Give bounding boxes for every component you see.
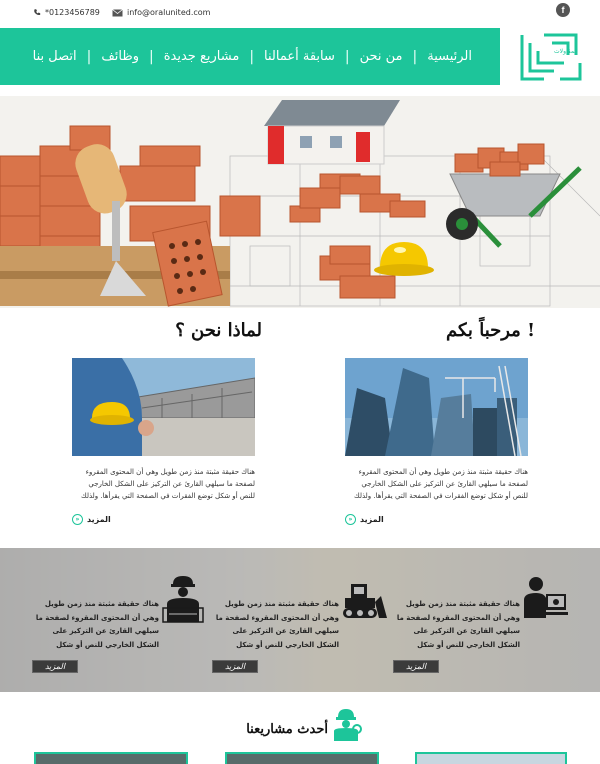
service-card: هناك حقيقة مثبتة منذ زمن طويل وهي أن الم…: [212, 574, 387, 684]
skyscrapers-image: [345, 358, 528, 456]
why-us-description: هناك حقيقة مثبتة منذ زمن طويل وهي أن الم…: [80, 468, 255, 500]
main-navbar: للمقاولات الرئيسية | من نحن | سابقة أعما…: [0, 28, 600, 85]
nav-jobs[interactable]: وظائف: [91, 49, 149, 64]
worker-gear-icon: [334, 709, 362, 741]
computer-worker-icon: [524, 577, 568, 618]
phone-icon: [34, 9, 41, 16]
service-more-button[interactable]: المزيد: [32, 660, 78, 673]
project-thumbnail[interactable]: [415, 752, 567, 764]
nav-new-projects[interactable]: مشاريع جديدة: [154, 49, 250, 64]
nav-separator: |: [86, 48, 92, 65]
why-us-section: لماذا نحن ؟ هناك حقيقة مثبتة منذ زمن طوي…: [72, 320, 262, 525]
latest-projects-header: أحدث مشاريعنا: [0, 707, 600, 747]
email-contact[interactable]: info@oralunited.com: [112, 8, 210, 17]
service-more-button[interactable]: المزيد: [393, 660, 439, 673]
nav-home[interactable]: الرئيسية: [417, 49, 482, 64]
model-house: [264, 100, 400, 165]
company-logo[interactable]: للمقاولات: [500, 28, 600, 85]
why-us-more-link[interactable]: » المزيد: [72, 514, 262, 525]
welcome-title: مرحباً بكم !: [446, 320, 535, 341]
envelope-icon: [112, 8, 123, 16]
more-arrow-icon: »: [72, 514, 83, 525]
facebook-icon[interactable]: f: [556, 3, 570, 17]
why-us-more-label: المزيد: [87, 515, 111, 524]
email-address: info@oralunited.com: [127, 8, 211, 17]
project-thumbnail[interactable]: [225, 752, 379, 764]
service-description: هناك حقيقة مثبتة منذ زمن طويل وهي أن الم…: [35, 600, 159, 649]
more-arrow-icon: »: [345, 514, 356, 525]
hero-banner: [0, 96, 600, 308]
project-thumbnail[interactable]: [34, 752, 188, 764]
why-us-title: لماذا نحن ؟: [175, 320, 262, 341]
welcome-more-link[interactable]: » المزيد: [345, 514, 535, 525]
service-more-button[interactable]: المزيد: [212, 660, 258, 673]
service-card: هناك حقيقة مثبتة منذ زمن طويل وهي أن الم…: [393, 574, 568, 684]
phone-contact[interactable]: *0123456789: [33, 8, 100, 17]
service-description: هناك حقيقة مثبتة منذ زمن طويل وهي أن الم…: [215, 600, 339, 649]
nav-menu: الرئيسية | من نحن | سابقة أعمالنا | مشار…: [23, 28, 482, 85]
nav-separator: |: [412, 48, 418, 65]
phone-number: *0123456789: [45, 8, 100, 17]
nav-separator: |: [344, 48, 350, 65]
welcome-section: مرحباً بكم ! هناك حقيقة مثبتة منذ زمن طو…: [345, 320, 535, 525]
logo-subtitle: للمقاولات: [554, 48, 578, 55]
nav-about[interactable]: من نحن: [350, 49, 413, 64]
nav-previous-works[interactable]: سابقة أعمالنا: [254, 49, 345, 64]
yellow-helmet: [374, 242, 434, 276]
welcome-more-label: المزيد: [360, 515, 384, 524]
bulldozer-icon: [343, 584, 387, 618]
nav-contact[interactable]: اتصل بنا: [23, 49, 87, 64]
wheelbarrow: [446, 143, 582, 248]
services-band: هناك حقيقة مثبتة منذ زمن طويل وهي أن الم…: [0, 548, 600, 692]
service-card: هناك حقيقة مثبتة منذ زمن طويل وهي أن الم…: [32, 574, 207, 684]
engineer-icon: [162, 576, 204, 623]
latest-projects-title: أحدث مشاريعنا: [246, 722, 328, 737]
logo-mark: للمقاولات: [520, 33, 582, 80]
service-description: هناك حقيقة مثبتة منذ زمن طويل وهي أن الم…: [396, 600, 520, 649]
nav-separator: |: [149, 48, 154, 65]
welcome-description: هناك حقيقة مثبتة منذ زمن طويل وهي أن الم…: [353, 468, 528, 500]
worker-helmet-image: [72, 358, 255, 456]
nav-separator: |: [249, 48, 255, 65]
top-bar: *0123456789 info@oralunited.com f: [0, 0, 600, 28]
hero-construction-image: [0, 100, 600, 307]
